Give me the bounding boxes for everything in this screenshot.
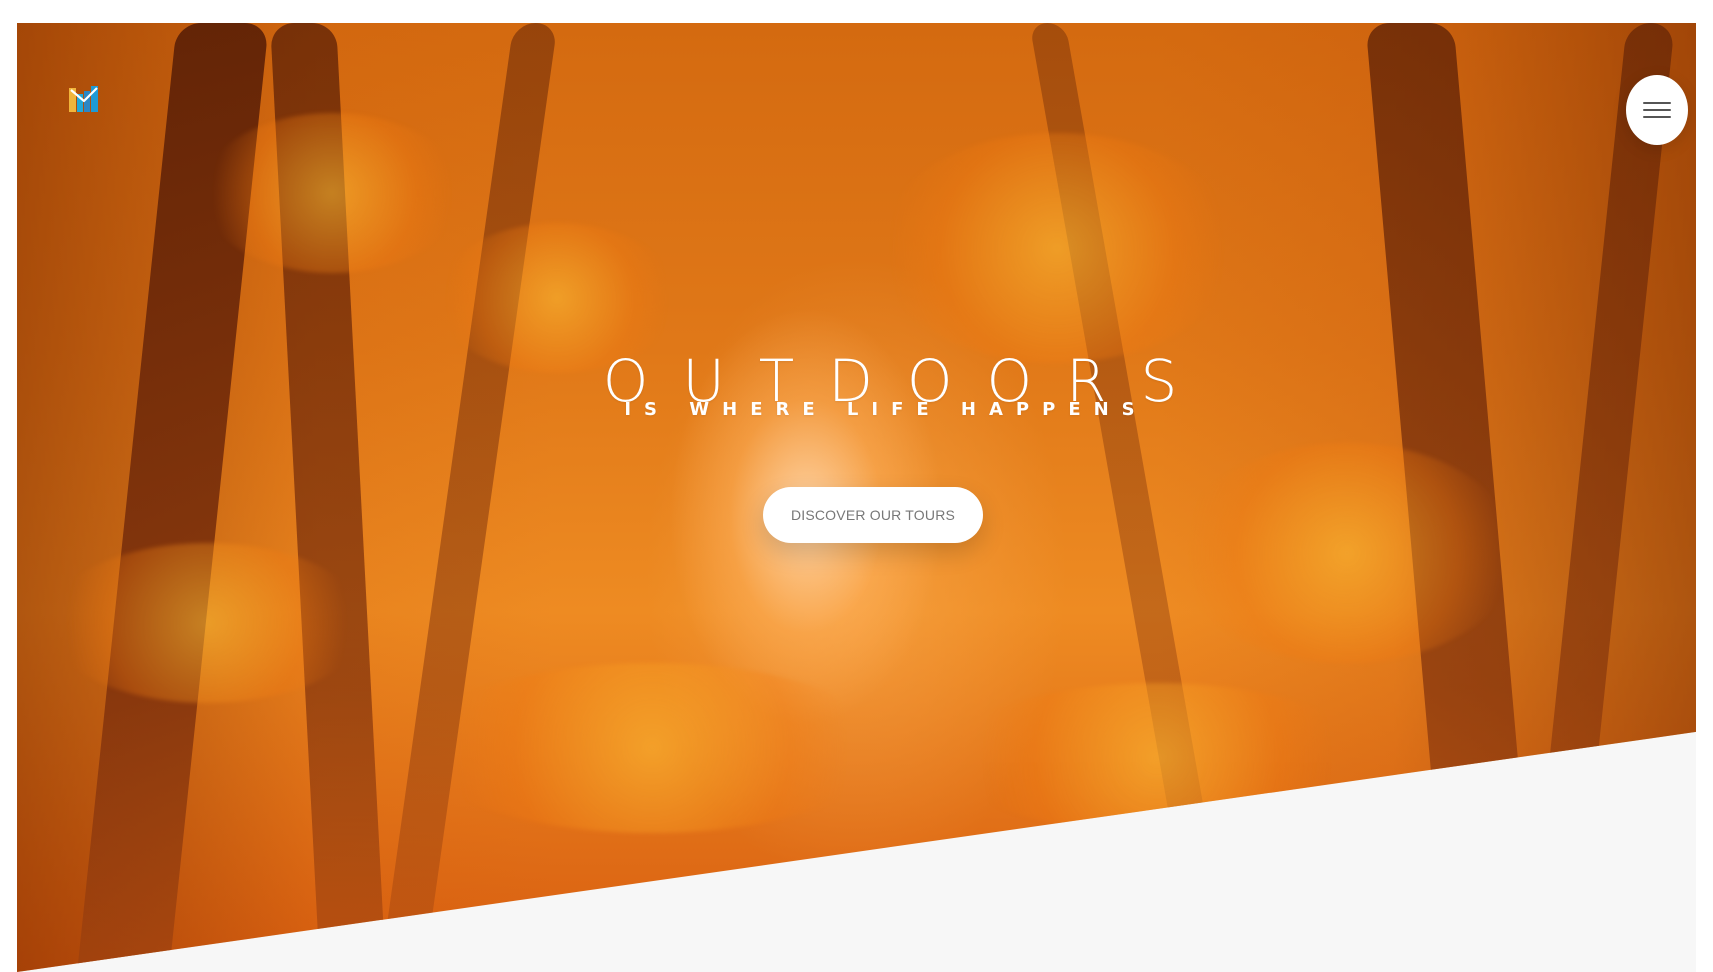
autumn-foliage — [417, 663, 887, 833]
hamburger-line — [1643, 109, 1671, 111]
autumn-foliage — [47, 543, 367, 703]
autumn-foliage — [202, 113, 462, 273]
hamburger-line — [1643, 116, 1671, 118]
hamburger-line — [1643, 102, 1671, 104]
autumn-foliage — [1177, 443, 1517, 663]
hamburger-icon — [1643, 102, 1671, 118]
discover-tours-button[interactable]: DISCOVER OUR TOURS — [763, 487, 983, 543]
menu-button[interactable] — [1626, 75, 1688, 145]
logo-icon — [69, 86, 98, 112]
tree-trunk — [1527, 23, 1675, 972]
autumn-foliage — [947, 683, 1367, 833]
hero-section: OUTDOORS IS WHERE LIFE HAPPENS DISCOVER … — [17, 23, 1696, 972]
landing-page: OUTDOORS IS WHERE LIFE HAPPENS DISCOVER … — [0, 0, 1713, 972]
hero-subtitle: IS WHERE LIFE HAPPENS — [624, 399, 1148, 420]
autumn-foliage — [877, 133, 1237, 363]
